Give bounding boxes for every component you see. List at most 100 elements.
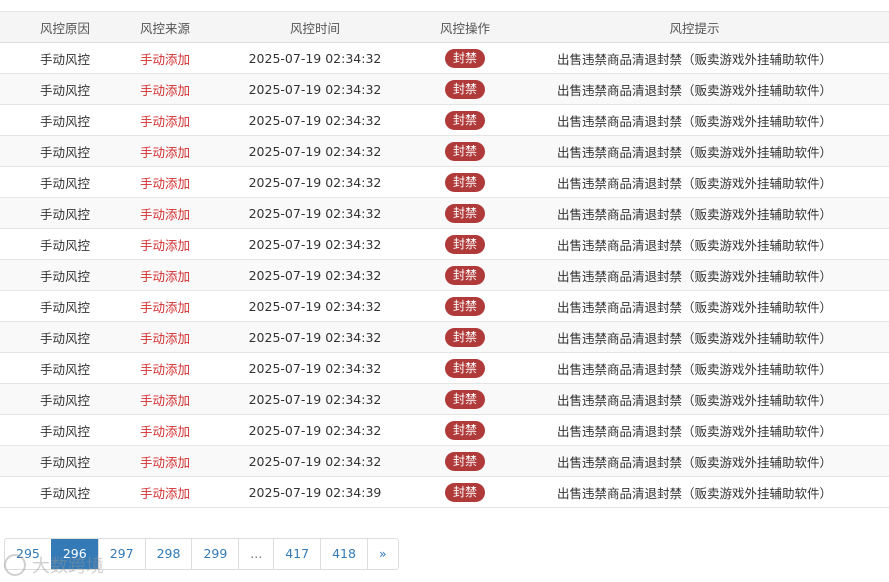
cell-reason: 手动风控 [0, 352, 130, 384]
cell-source: 手动添加 [130, 228, 200, 260]
table-row: 手动风控 手动添加 2025-07-19 02:34:32 封禁 出售违禁商品清退封禁（… [0, 383, 889, 415]
table-row: 手动风控 手动添加 2025-07-19 02:34:32 封禁 出售违禁商品清退封禁（… [0, 445, 889, 477]
cell-action: 封禁 [430, 42, 500, 74]
cell-action: 封禁 [430, 321, 500, 353]
table-row: 手动风控 手动添加 2025-07-19 02:34:32 封禁 出售违禁商品清退封禁（… [0, 197, 889, 229]
cell-reason: 手动风控 [0, 383, 130, 415]
cell-time: 2025-07-19 02:34:32 [200, 290, 430, 322]
cell-source: 手动添加 [130, 135, 200, 167]
cell-hint: 出售违禁商品清退封禁（贩卖游戏外挂辅助软件） [500, 414, 889, 446]
cell-reason: 手动风控 [0, 228, 130, 260]
next-page-button[interactable]: » [366, 539, 398, 569]
cell-hint: 出售违禁商品清退封禁（贩卖游戏外挂辅助软件） [500, 166, 889, 198]
ban-status-badge: 封禁 [444, 358, 485, 378]
cell-source: 手动添加 [130, 166, 200, 198]
table-row: 手动风控 手动添加 2025-07-19 02:34:32 封禁 出售违禁商品清退封禁（… [0, 321, 889, 353]
cell-reason: 手动风控 [0, 259, 130, 291]
page-link-297[interactable]: 297 [97, 539, 145, 569]
cell-time: 2025-07-19 02:34:32 [200, 352, 430, 384]
cell-reason: 手动风控 [0, 290, 130, 322]
table-row: 手动风控 手动添加 2025-07-19 02:34:32 封禁 出售违禁商品清退封禁（… [0, 166, 889, 198]
ban-status-badge: 封禁 [444, 327, 485, 347]
cell-time: 2025-07-19 02:34:32 [200, 383, 430, 415]
header-reason: 风控原因 [0, 11, 130, 43]
cell-action: 封禁 [430, 414, 500, 446]
cell-source: 手动添加 [130, 352, 200, 384]
cell-source: 手动添加 [130, 414, 200, 446]
cell-time: 2025-07-19 02:34:32 [200, 135, 430, 167]
table-row: 手动风控 手动添加 2025-07-19 02:34:32 封禁 出售违禁商品清退封禁（… [0, 228, 889, 260]
cell-source: 手动添加 [130, 197, 200, 229]
ban-status-badge: 封禁 [444, 296, 485, 316]
cell-reason: 手动风控 [0, 321, 130, 353]
table-row: 手动风控 手动添加 2025-07-19 02:34:32 封禁 出售违禁商品清退封禁（… [0, 414, 889, 446]
page-link-296[interactable]: 296 [50, 539, 98, 569]
cell-time: 2025-07-19 02:34:32 [200, 104, 430, 136]
ban-status-badge: 封禁 [444, 203, 485, 223]
cell-reason: 手动风控 [0, 42, 130, 74]
cell-action: 封禁 [430, 476, 500, 508]
page-link-418[interactable]: 418 [320, 539, 367, 569]
cell-action: 封禁 [430, 73, 500, 105]
page-ellipsis: ... [238, 539, 273, 569]
ban-status-badge: 封禁 [444, 141, 485, 161]
table-row: 手动风控 手动添加 2025-07-19 02:34:32 封禁 出售违禁商品清退封禁（… [0, 352, 889, 384]
cell-action: 封禁 [430, 383, 500, 415]
cell-time: 2025-07-19 02:34:32 [200, 73, 430, 105]
header-time: 风控时间 [200, 11, 430, 43]
risk-control-table: 风控原因 风控来源 风控时间 风控操作 风控提示 手动风控 手动添加 2025-07… [0, 11, 889, 508]
cell-reason: 手动风控 [0, 166, 130, 198]
header-action: 风控操作 [430, 11, 500, 43]
table-body: 手动风控 手动添加 2025-07-19 02:34:32 封禁 出售违禁商品清退封禁（… [0, 42, 889, 508]
cell-hint: 出售违禁商品清退封禁（贩卖游戏外挂辅助软件） [500, 197, 889, 229]
cell-time: 2025-07-19 02:34:32 [200, 166, 430, 198]
ban-status-badge: 封禁 [444, 110, 485, 130]
ban-status-badge: 封禁 [444, 234, 485, 254]
cell-source: 手动添加 [130, 321, 200, 353]
cell-hint: 出售违禁商品清退封禁（贩卖游戏外挂辅助软件） [500, 42, 889, 74]
cell-hint: 出售违禁商品清退封禁（贩卖游戏外挂辅助软件） [500, 135, 889, 167]
header-hint: 风控提示 [500, 11, 889, 43]
cell-time: 2025-07-19 02:34:39 [200, 476, 430, 508]
cell-time: 2025-07-19 02:34:32 [200, 197, 430, 229]
cell-reason: 手动风控 [0, 73, 130, 105]
cell-hint: 出售违禁商品清退封禁（贩卖游戏外挂辅助软件） [500, 73, 889, 105]
cell-hint: 出售违禁商品清退封禁（贩卖游戏外挂辅助软件） [500, 383, 889, 415]
page-link-417[interactable]: 417 [273, 539, 320, 569]
table-row: 手动风控 手动添加 2025-07-19 02:34:32 封禁 出售违禁商品清退封禁（… [0, 42, 889, 74]
cell-hint: 出售违禁商品清退封禁（贩卖游戏外挂辅助软件） [500, 352, 889, 384]
cell-action: 封禁 [430, 135, 500, 167]
cell-hint: 出售违禁商品清退封禁（贩卖游戏外挂辅助软件） [500, 476, 889, 508]
cell-action: 封禁 [430, 228, 500, 260]
pagination: 295 296 297 298 299... 417 418» [4, 538, 399, 570]
cell-reason: 手动风控 [0, 414, 130, 446]
page-link-298[interactable]: 298 [144, 539, 192, 569]
page-link-299[interactable]: 299 [191, 539, 238, 569]
ban-status-badge: 封禁 [444, 451, 485, 471]
cell-action: 封禁 [430, 290, 500, 322]
cell-action: 封禁 [430, 104, 500, 136]
cell-source: 手动添加 [130, 445, 200, 477]
ban-status-badge: 封禁 [444, 79, 485, 99]
ban-status-badge: 封禁 [444, 420, 485, 440]
cell-time: 2025-07-19 02:34:32 [200, 445, 430, 477]
cell-time: 2025-07-19 02:34:32 [200, 42, 430, 74]
risk-control-table-container: 风控原因 风控来源 风控时间 风控操作 风控提示 手动风控 手动添加 2025-07… [0, 11, 889, 508]
cell-time: 2025-07-19 02:34:32 [200, 414, 430, 446]
page-link-295[interactable]: 295 [5, 539, 51, 569]
cell-time: 2025-07-19 02:34:32 [200, 321, 430, 353]
ban-status-badge: 封禁 [444, 389, 485, 409]
cell-reason: 手动风控 [0, 104, 130, 136]
cell-time: 2025-07-19 02:34:32 [200, 228, 430, 260]
ban-status-badge: 封禁 [444, 48, 485, 68]
table-row: 手动风控 手动添加 2025-07-19 02:34:32 封禁 出售违禁商品清退封禁（… [0, 259, 889, 291]
table-row: 手动风控 手动添加 2025-07-19 02:34:32 封禁 出售违禁商品清退封禁（… [0, 73, 889, 105]
cell-source: 手动添加 [130, 73, 200, 105]
header-source: 风控来源 [130, 11, 200, 43]
cell-reason: 手动风控 [0, 476, 130, 508]
ban-status-badge: 封禁 [444, 265, 485, 285]
cell-hint: 出售违禁商品清退封禁（贩卖游戏外挂辅助软件） [500, 321, 889, 353]
ban-status-badge: 封禁 [444, 482, 485, 502]
cell-action: 封禁 [430, 352, 500, 384]
cell-hint: 出售违禁商品清退封禁（贩卖游戏外挂辅助软件） [500, 228, 889, 260]
